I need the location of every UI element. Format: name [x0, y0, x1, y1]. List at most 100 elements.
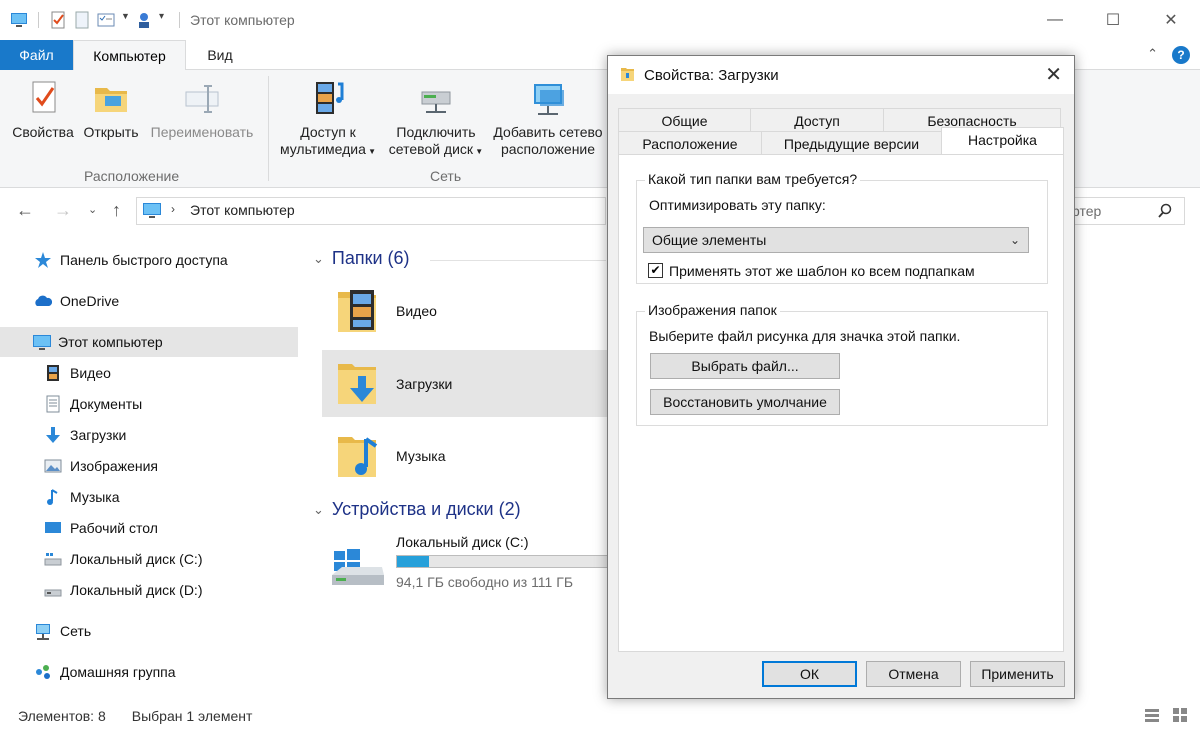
section-folders-header[interactable]: ⌄ Папки (6)	[313, 248, 410, 269]
section-devices-header[interactable]: ⌄ Устройства и диски (2)	[313, 499, 521, 520]
tab-view[interactable]: Вид	[186, 40, 254, 70]
network-drive-icon	[416, 78, 456, 118]
sidebar-item-drive-c[interactable]: Локальный диск (C:)	[44, 544, 203, 574]
open-folder-icon	[91, 78, 131, 118]
ribbon-controls: ⌃ ?	[1147, 46, 1190, 64]
choose-file-button[interactable]: Выбрать файл...	[650, 353, 840, 379]
optimize-select[interactable]: Общие элементы ⌄	[643, 227, 1029, 253]
drive-label: Локальный диск (C:)	[396, 534, 529, 550]
search-icon[interactable]	[1157, 203, 1173, 219]
network-location-label-line1: Добавить сетево	[493, 124, 603, 140]
status-bar: Элементов: 8 Выбран 1 элемент	[0, 701, 1200, 731]
minimize-icon[interactable]: —	[1026, 0, 1084, 40]
sidebar-item-label: Видео	[70, 365, 111, 381]
tab-file[interactable]: Файл	[0, 40, 73, 70]
dialog-title-bar[interactable]: Свойства: Загрузки ✕	[608, 56, 1074, 94]
dialog-close-icon[interactable]: ✕	[1045, 65, 1062, 85]
sidebar-item-label: Музыка	[70, 489, 120, 505]
download-icon	[44, 426, 62, 444]
sidebar-item-onedrive[interactable]: OneDrive	[34, 286, 119, 316]
sidebar-item-desktop[interactable]: Рабочий стол	[44, 513, 158, 543]
customize-toolbar-icon[interactable]: ▾	[159, 11, 169, 29]
sidebar-item-drive-d[interactable]: Локальный диск (D:)	[44, 575, 203, 605]
optimize-select-value: Общие элементы	[652, 232, 767, 248]
tab-computer[interactable]: Компьютер	[73, 40, 186, 71]
sidebar-item-label: Сеть	[60, 623, 92, 639]
folder-tile-downloads[interactable]: Загрузки	[322, 350, 607, 417]
section-devices-title: Устройства и диски (2)	[331, 499, 521, 519]
folder-label: Видео	[396, 303, 437, 319]
apply-button[interactable]: Применить	[970, 661, 1065, 687]
maximize-icon[interactable]: ☐	[1084, 0, 1142, 40]
checklist-icon[interactable]	[97, 11, 115, 29]
media-access-label-line2: мультимедиа	[279, 141, 366, 157]
properties-icon	[23, 78, 63, 118]
up-arrow-icon[interactable]: ↑	[112, 200, 121, 221]
drive-usage-fill	[397, 556, 429, 567]
rename-icon	[182, 78, 222, 118]
music-icon	[44, 488, 62, 506]
media-access-button[interactable]: Доступ к мультимедиа ▼	[276, 78, 380, 160]
sidebar-item-network[interactable]: Сеть	[34, 616, 91, 646]
sidebar-item-documents[interactable]: Документы	[44, 389, 142, 419]
chevron-up-icon[interactable]: ⌃	[1147, 46, 1158, 64]
sidebar-item-music[interactable]: Музыка	[44, 482, 120, 512]
music-folder-icon	[336, 429, 382, 484]
dropdown-arrow-icon: ▼	[365, 147, 377, 156]
folder-tile-video[interactable]: Видео	[322, 278, 607, 344]
sidebar-item-this-pc[interactable]: Этот компьютер	[0, 327, 298, 357]
media-access-label-line1: Доступ к	[300, 124, 356, 140]
sidebar-item-label: Панель быстрого доступа	[60, 252, 228, 268]
restore-default-button[interactable]: Восстановить умолчание	[650, 389, 840, 415]
dialog-title: Свойства: Загрузки	[644, 66, 779, 84]
rename-button[interactable]: Переименовать	[146, 78, 258, 141]
help-icon[interactable]: ?	[1172, 46, 1190, 64]
close-icon[interactable]: ✕	[1142, 0, 1200, 40]
properties-button[interactable]: Свойства	[10, 78, 76, 141]
new-document-icon[interactable]	[73, 11, 91, 29]
cloud-icon	[34, 292, 53, 310]
apply-template-label[interactable]: Применять этот же шаблон ко всем подпапк…	[669, 263, 975, 279]
folder-tile-music[interactable]: Музыка	[322, 423, 607, 489]
section-folders-title: Папки (6)	[331, 248, 410, 268]
tab-previous-versions[interactable]: Предыдущие версии	[761, 131, 942, 155]
properties-icon[interactable]	[49, 11, 67, 29]
rename-label: Переименовать	[150, 124, 254, 140]
sidebar-item-label: Локальный диск (C:)	[70, 551, 203, 567]
breadcrumb-current[interactable]: Этот компьютер	[190, 202, 295, 218]
chevron-down-icon[interactable]: ▼	[121, 11, 130, 29]
tab-customize[interactable]: Настройка	[941, 127, 1064, 155]
apply-template-checkbox[interactable]: ✔	[648, 263, 663, 278]
user-network-icon[interactable]	[135, 11, 153, 29]
title-bar: ▼ ▾ Этот компьютер — ☐ ✕	[0, 0, 1200, 40]
large-icons-view-icon[interactable]	[1172, 707, 1188, 726]
open-button[interactable]: Открыть	[80, 78, 142, 141]
sidebar-item-label: Этот компьютер	[58, 334, 163, 350]
recent-locations-chevron-icon[interactable]: ⌄	[88, 203, 97, 216]
tab-general[interactable]: Общие	[618, 108, 751, 132]
network-drive-button[interactable]: Подключить сетевой диск ▼	[386, 78, 486, 160]
add-network-location-button[interactable]: Добавить сетево расположение	[490, 78, 606, 158]
tab-location[interactable]: Расположение	[618, 131, 762, 155]
sidebar-item-homegroup[interactable]: Домашняя группа	[34, 657, 176, 687]
details-view-icon[interactable]	[1144, 707, 1160, 726]
tab-sharing[interactable]: Доступ	[750, 108, 884, 132]
ok-button[interactable]: ОК	[762, 661, 857, 687]
folder-type-group-title: Какой тип папки вам требуется?	[645, 171, 861, 187]
sidebar-item-video[interactable]: Видео	[44, 358, 111, 388]
section-divider	[430, 260, 606, 261]
breadcrumb-chevron-icon[interactable]: ›	[171, 202, 175, 216]
window-controls: — ☐ ✕	[1026, 0, 1200, 40]
computer-icon[interactable]	[10, 11, 28, 29]
back-arrow-icon[interactable]: ←	[16, 200, 34, 221]
sidebar-item-downloads[interactable]: Загрузки	[44, 420, 126, 450]
drive-usage-bar	[396, 555, 608, 568]
sidebar-item-pictures[interactable]: Изображения	[44, 451, 158, 481]
sidebar-item-label: Изображения	[70, 458, 158, 474]
search-placeholder: ртер	[1072, 203, 1102, 219]
sidebar-item-quick-access[interactable]: Панель быстрого доступа	[34, 245, 228, 275]
system-drive-icon	[328, 537, 386, 590]
forward-arrow-icon[interactable]: →	[54, 200, 72, 221]
cancel-button[interactable]: Отмена	[866, 661, 961, 687]
group-label-location: Расположение	[84, 168, 180, 184]
